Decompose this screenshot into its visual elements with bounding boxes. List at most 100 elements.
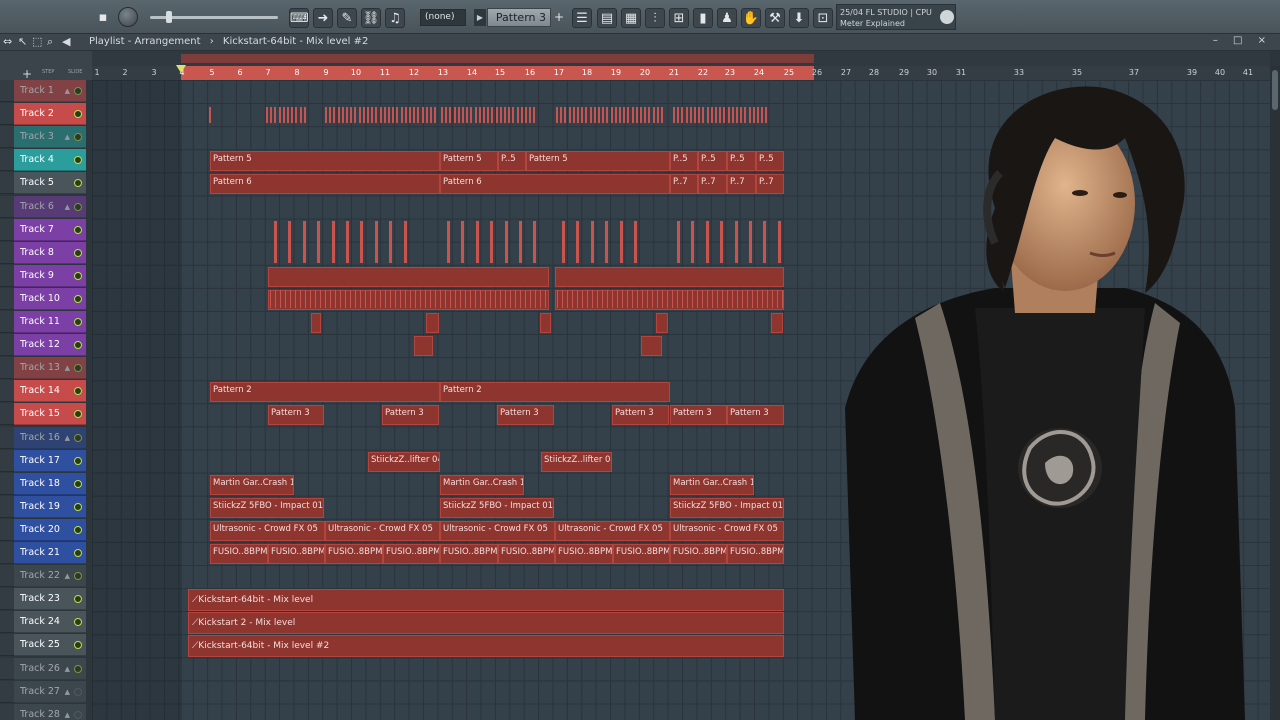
track-header[interactable]: Track 10: [14, 287, 86, 310]
note-block[interactable]: [606, 107, 609, 124]
note-block[interactable]: [736, 107, 738, 124]
note-block[interactable]: [656, 107, 659, 124]
track-header[interactable]: Track 23: [14, 588, 86, 611]
download-icon[interactable]: ⬇: [789, 8, 809, 28]
note-block[interactable]: [742, 289, 743, 308]
note-block[interactable]: [525, 289, 526, 308]
pattern-clip[interactable]: P..5: [727, 151, 756, 172]
note-block[interactable]: [777, 220, 781, 263]
note-block[interactable]: [627, 107, 630, 124]
note-block[interactable]: [545, 289, 546, 308]
note-block[interactable]: [593, 107, 596, 124]
pattern-clip[interactable]: Martin Gar..Crash 1_2: [670, 474, 754, 495]
track-grip[interactable]: [0, 472, 14, 495]
pattern-clip[interactable]: Ultrasonic - Crowd FX 05: [325, 520, 440, 541]
note-block[interactable]: [717, 289, 718, 308]
pattern-clip[interactable]: Ultrasonic - Crowd FX 05: [555, 520, 670, 541]
mute-toggle[interactable]: [74, 87, 82, 95]
note-block[interactable]: [520, 289, 521, 308]
track-grip[interactable]: [0, 195, 14, 218]
group-collapse-icon[interactable]: ▲: [65, 126, 70, 148]
note-block[interactable]: [530, 289, 531, 308]
track-header[interactable]: Track 25: [14, 634, 86, 657]
note-block[interactable]: [291, 107, 294, 124]
track-grip[interactable]: [0, 218, 14, 241]
note-block[interactable]: [617, 289, 618, 308]
note-block[interactable]: [453, 107, 456, 124]
note-block[interactable]: [274, 220, 277, 263]
note-block[interactable]: [389, 220, 393, 263]
channel-rack-icon[interactable]: ▦: [621, 8, 641, 28]
note-block[interactable]: [576, 220, 580, 263]
note-block[interactable]: [280, 289, 281, 308]
note-block[interactable]: [450, 289, 451, 308]
note-block[interactable]: [640, 107, 642, 124]
note-block[interactable]: [315, 289, 316, 308]
note-block[interactable]: [485, 289, 486, 308]
group-collapse-icon[interactable]: ▲: [65, 565, 70, 587]
pattern-clip[interactable]: FUSIO..8BPM: [670, 544, 727, 565]
track-header[interactable]: Track 26 ▲: [14, 657, 86, 680]
note-block[interactable]: [652, 107, 655, 124]
automation-clip[interactable]: ⟋Kickstart-64bit - Mix level #2: [188, 635, 784, 658]
pointer-icon[interactable]: ↖: [18, 35, 27, 48]
track-grip[interactable]: [0, 380, 14, 403]
plugin-picker-icon[interactable]: ♟: [717, 8, 737, 28]
track-header[interactable]: Track 17: [14, 449, 86, 472]
note-block[interactable]: [460, 289, 461, 308]
note-block[interactable]: [707, 289, 708, 308]
note-block[interactable]: [508, 107, 511, 124]
note-block[interactable]: [572, 107, 575, 124]
note-block[interactable]: [396, 107, 399, 124]
pattern-clip[interactable]: Pattern 3: [670, 405, 727, 426]
automation-clip[interactable]: ⟋Kickstart-64bit - Mix level: [188, 589, 784, 612]
mute-toggle[interactable]: [74, 318, 82, 326]
note-block[interactable]: [710, 107, 713, 124]
menu-icon[interactable]: ▪: [96, 8, 110, 28]
group-collapse-icon[interactable]: ▲: [65, 704, 70, 720]
note-block[interactable]: [209, 107, 211, 124]
pattern-clip[interactable]: Pattern 5: [210, 151, 440, 172]
group-collapse-icon[interactable]: ▲: [65, 658, 70, 680]
track-grip[interactable]: [0, 518, 14, 541]
note-block[interactable]: [367, 107, 369, 124]
track-header[interactable]: Track 2: [14, 103, 86, 126]
pattern-clip[interactable]: [268, 266, 549, 287]
note-block[interactable]: [487, 107, 490, 124]
note-block[interactable]: [520, 107, 523, 124]
note-block[interactable]: [747, 289, 748, 308]
note-block[interactable]: [567, 289, 568, 308]
note-block[interactable]: [355, 289, 356, 308]
note-block[interactable]: [380, 289, 381, 308]
group-collapse-icon[interactable]: ▲: [65, 427, 70, 449]
mute-toggle[interactable]: [74, 525, 82, 534]
note-block[interactable]: [310, 289, 311, 308]
note-block[interactable]: [515, 289, 516, 308]
note-block[interactable]: [413, 107, 416, 124]
note-block[interactable]: [734, 220, 738, 263]
track-grip[interactable]: [0, 311, 14, 333]
mute-toggle[interactable]: [74, 502, 82, 511]
note-block[interactable]: [504, 107, 506, 124]
track-header[interactable]: Track 13 ▲: [14, 357, 86, 380]
pattern-clip[interactable]: Pattern 2: [440, 382, 670, 403]
note-block[interactable]: [329, 107, 332, 124]
touch-controller-icon[interactable]: ✋: [741, 8, 761, 28]
track-grip[interactable]: [0, 495, 14, 518]
window-controls[interactable]: – □ ×: [1213, 35, 1272, 46]
pattern-clip[interactable]: Martin Gar..Crash 1_2: [210, 474, 294, 495]
note-block[interactable]: [295, 289, 296, 308]
mute-toggle[interactable]: [74, 387, 82, 396]
note-block[interactable]: [346, 220, 349, 263]
pattern-clip[interactable]: [426, 313, 439, 334]
track-grip[interactable]: [0, 680, 14, 703]
note-block[interactable]: [731, 107, 734, 124]
vertical-scrollbar[interactable]: [1270, 66, 1280, 720]
note-block[interactable]: [434, 107, 437, 124]
playhead-marker[interactable]: [176, 65, 186, 73]
note-block[interactable]: [560, 107, 563, 124]
mute-toggle[interactable]: [74, 225, 82, 234]
note-block[interactable]: [409, 107, 411, 124]
note-block[interactable]: [607, 289, 608, 308]
note-block[interactable]: [533, 107, 536, 124]
